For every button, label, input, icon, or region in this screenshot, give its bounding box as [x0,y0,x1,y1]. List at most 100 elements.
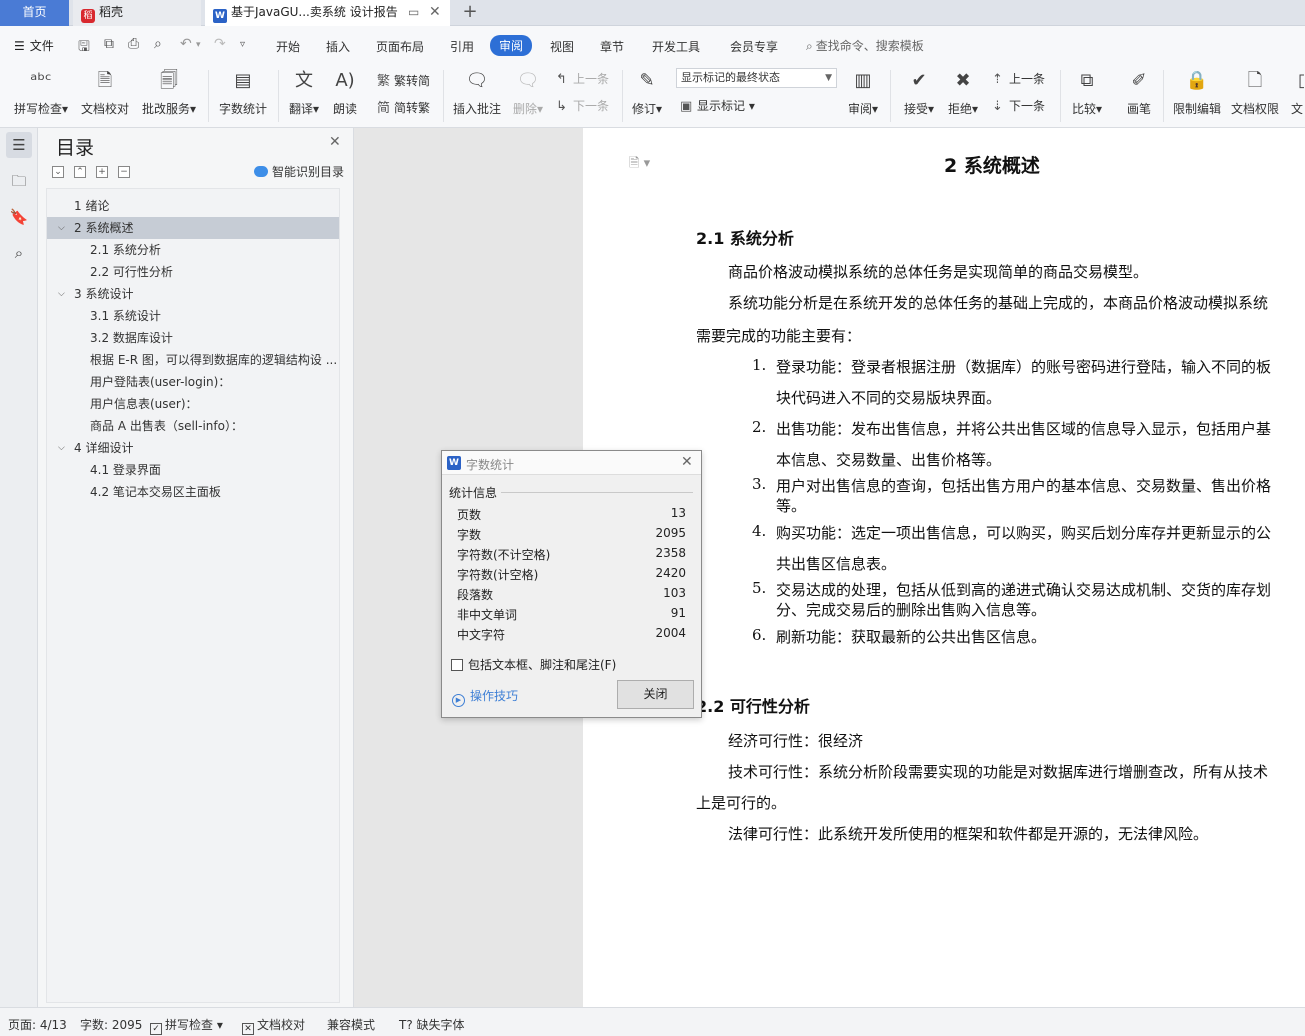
chevron-down-icon[interactable]: ⌵ [58,217,65,239]
smart-toc-button[interactable]: 智能识别目录 [254,163,344,180]
tab-close-icon[interactable]: ✕ [429,0,441,24]
markup-state-select[interactable]: 显示标记的最终状态 ▼ [676,68,837,88]
toc-item[interactable]: 3.2 数据库设计 [47,327,339,349]
toc-item[interactable]: 用户登陆表(user-login)： [47,371,339,393]
toc-item[interactable]: 根据 E-R 图，可以得到数据库的逻辑结构设 ... [47,349,339,371]
tab-monitor-icon[interactable]: ▭ [408,0,419,24]
undo-icon[interactable]: ↶ [180,36,192,52]
close-icon[interactable]: ✕ [329,134,341,150]
translate-button[interactable]: 文翻译▾ [287,68,321,117]
ink-button[interactable]: ✐ 画笔 [1124,68,1154,117]
show-markup-button[interactable]: ▣ 显示标记 ▾ [680,97,755,114]
reject-button[interactable]: ✖ 拒绝▾ [946,68,980,117]
ribbon-separator [622,70,623,122]
file-menu[interactable]: ☰ 文件 [14,37,54,54]
prev-comment-button[interactable]: ↰ 上一条 [556,70,609,87]
menu-member[interactable]: 会员专享 [730,38,778,55]
section-nav-icon[interactable]: 🗀 [6,168,32,194]
redo-icon[interactable]: ↷ [214,36,226,52]
include-textbox-checkbox[interactable]: 包括文本框、脚注和尾注(F) [451,656,616,673]
toc-item[interactable]: ⌵ 3 系统设计 [47,283,339,305]
toc-item[interactable]: 2.1 系统分析 [47,239,339,261]
prev-comment-icon: ↰ [556,72,567,87]
toc-item[interactable]: 商品 A 出售表（sell-info）： [47,415,339,437]
page-indicator[interactable]: 页面: 4/13 [8,1016,67,1033]
new-tab-plus-icon[interactable]: + [458,0,482,26]
collapse-all-icon[interactable]: ⌄ [52,166,64,178]
list-item: 分、完成交易后的删除出售购入信息等。 [776,601,1047,619]
toc-item[interactable]: 4.2 笔记本交易区主面板 [47,481,339,503]
command-search[interactable]: ⌕ 查找命令、搜索模板 [806,37,924,54]
word-count-indicator[interactable]: 字数: 2095 [80,1016,142,1033]
compare-icon: ⧉ [1080,70,1094,91]
toc-title: 目录 [56,137,95,159]
revise-service-button[interactable]: 🗐 批改服务▾ [140,68,198,117]
dialog-titlebar[interactable]: W 字数统计 ✕ [442,451,701,475]
status-proofread[interactable]: ✕ 文档校对 [242,1016,305,1035]
toc-item[interactable]: 4.1 登录界面 [47,459,339,481]
close-icon[interactable]: ✕ [681,454,693,470]
print-icon[interactable]: ⎙ [128,36,139,52]
menu-developer[interactable]: 开发工具 [652,38,700,55]
export-icon[interactable]: ⧉ [104,36,114,52]
proofread-button[interactable]: 🗎 文档校对 [80,68,130,117]
read-aloud-button[interactable]: A) 朗读 [330,68,360,117]
toc-item[interactable]: ⌵ 4 详细设计 [47,437,339,459]
insert-comment-button[interactable]: 🗨 插入批注 [452,68,502,117]
menu-layout[interactable]: 页面布局 [376,38,424,55]
find-icon[interactable]: ⌕ [6,240,32,266]
undo-dropdown-icon[interactable]: ▾ [196,40,201,50]
review-pane-button[interactable]: ▥ 审阅▾ [846,68,880,117]
prev-change-button[interactable]: ⇡ 上一条 [992,70,1045,87]
toc-item[interactable]: 2.2 可行性分析 [47,261,339,283]
customize-dropdown-icon[interactable]: ▿ [240,39,245,50]
doc-permission-button[interactable]: 🗋 文档权限 [1230,68,1280,117]
checkbox-box[interactable] [451,659,463,671]
chevron-down-icon[interactable]: ⌵ [58,283,65,305]
next-change-button[interactable]: ⇣ 下一条 [992,97,1045,114]
save-icon[interactable]: 🖫 [78,36,90,60]
track-changes-button[interactable]: ✎ 修订▾ [630,68,664,117]
tab-daoke-label: 稻壳 [99,5,124,19]
tab-home[interactable]: 首页 [0,0,69,26]
bookmark-icon[interactable]: 🔖 [6,204,32,230]
menu-start[interactable]: 开始 [276,38,300,55]
compare-button[interactable]: ⧉ 比较▾ [1070,68,1104,117]
print-preview-icon[interactable]: ⌕ [154,36,162,52]
restrict-edit-button[interactable]: 🔒 限制编辑 [1172,68,1222,117]
spell-check-button[interactable]: ᵃᵇᶜ 拼写检查▾ [12,68,70,117]
more-ribbon-button[interactable]: ▯ 文 [1290,68,1304,117]
status-spell-label: 拼写检查 [165,1018,214,1032]
remove-heading-icon[interactable]: − [118,166,130,178]
toc-item[interactable]: 1 绪论 [47,195,339,217]
menu-insert[interactable]: 插入 [326,38,350,55]
expand-all-icon[interactable]: ⌃ [74,166,86,178]
menu-references[interactable]: 引用 [450,38,474,55]
to-simplified-button[interactable]: 简简转繁 [377,97,430,116]
menu-section[interactable]: 章节 [600,38,624,55]
toc-panel-icon[interactable]: ☰ [6,132,32,158]
menu-review[interactable]: 审阅 [490,35,533,56]
tab-document[interactable]: W 基于JavaGU...卖系统 设计报告 ▭ ✕ [205,0,450,26]
close-button[interactable]: 关闭 [617,680,694,709]
stat-value: 103 [663,586,686,600]
status-spell-check[interactable]: ✓ 拼写检查 ▾ [150,1016,223,1035]
toc-item[interactable]: ⌵ 2 系统概述 [47,217,339,239]
tab-daoke[interactable]: 稻稻壳 [73,0,201,26]
page-options-icon[interactable]: 🗎 ▾ [629,154,650,176]
search-icon: ⌕ [806,39,813,53]
chevron-down-icon[interactable]: ⌵ [58,437,65,459]
permission-icon: 🗋 [1247,70,1263,91]
delete-comment-button[interactable]: 🗨 删除▾ [510,68,546,117]
word-count-button[interactable]: ▤ 字数统计 [218,68,268,117]
to-traditional-button[interactable]: 繁繁转简 [377,70,430,89]
accept-button[interactable]: ✔ 接受▾ [902,68,936,117]
tips-link[interactable]: ▶ 操作技巧 [452,687,518,707]
next-comment-button[interactable]: ↳ 下一条 [556,97,609,114]
missing-font[interactable]: T? 缺失字体 [399,1016,465,1033]
comment-delete-icon: 🗨 [516,70,540,91]
toc-item[interactable]: 用户信息表(user)： [47,393,339,415]
menu-view[interactable]: 视图 [550,38,574,55]
toc-item[interactable]: 3.1 系统设计 [47,305,339,327]
add-heading-icon[interactable]: + [96,166,108,178]
